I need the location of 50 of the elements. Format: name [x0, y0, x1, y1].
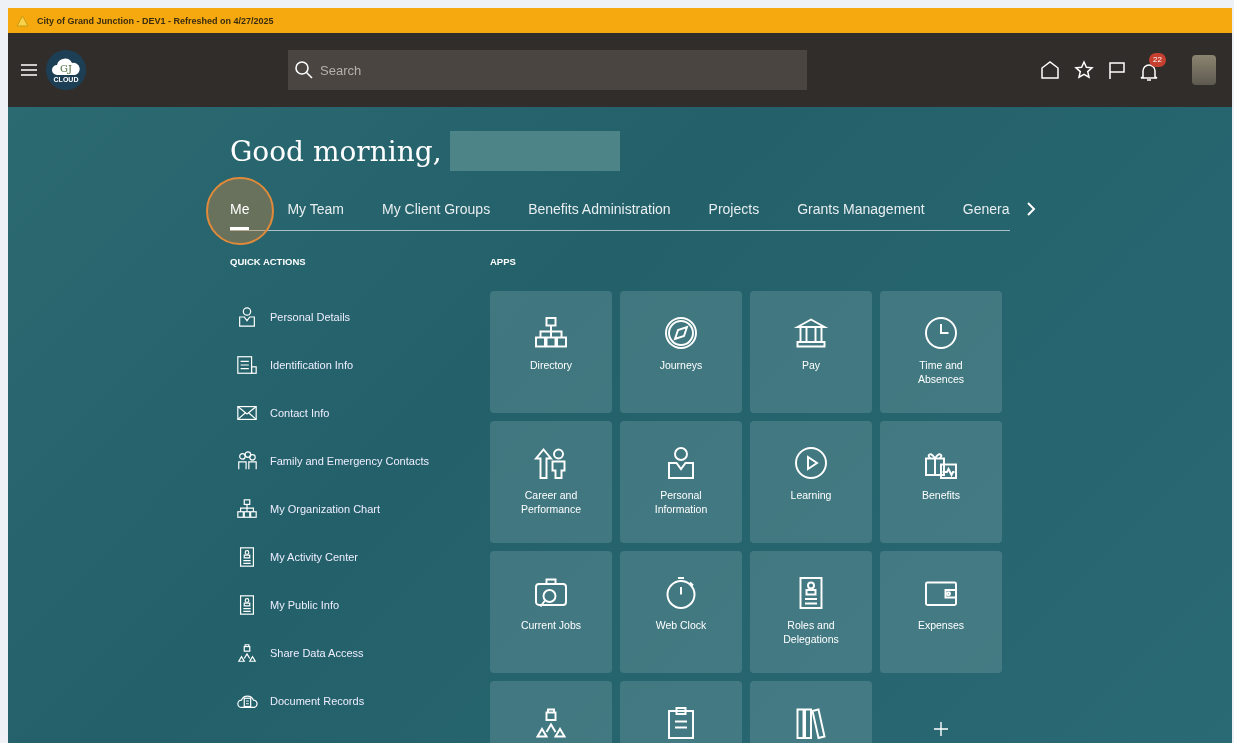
- greeting-text: Good morning,: [230, 134, 442, 168]
- home-icon[interactable]: [1040, 60, 1060, 80]
- quick-action-link[interactable]: My Activity Center: [230, 533, 490, 582]
- app-tile[interactable]: Journeys: [620, 291, 742, 414]
- app-tile[interactable]: Time and Absences: [880, 291, 1002, 414]
- app-tile[interactable]: Career and Performance: [490, 421, 612, 544]
- compass-icon: [663, 315, 699, 352]
- quick-action-link[interactable]: My Public Info: [230, 581, 490, 630]
- tab[interactable]: Me: [230, 191, 250, 230]
- quick-action-link[interactable]: My Organization Chart: [230, 485, 490, 534]
- logo-mark: GJ: [60, 62, 72, 74]
- quick-action-link[interactable]: Share Data Access: [230, 629, 490, 678]
- warning-icon: [16, 14, 29, 27]
- tab[interactable]: My Team: [287, 191, 344, 230]
- tab[interactable]: Grants Management: [797, 191, 925, 230]
- app-tile[interactable]: Current Jobs: [490, 551, 612, 674]
- search-field[interactable]: Search: [288, 50, 807, 90]
- quick-action-link[interactable]: Family and Emergency Contacts: [230, 437, 490, 486]
- quick-action-link[interactable]: Document Records: [230, 677, 490, 726]
- add-icon[interactable]: [933, 721, 949, 738]
- tab[interactable]: Benefits Administration: [528, 191, 671, 230]
- tab[interactable]: Genera: [962, 191, 1010, 230]
- chevron-right-icon[interactable]: [1026, 202, 1036, 216]
- app-tile[interactable]: Roles and Delegations: [750, 551, 872, 674]
- app-tile[interactable]: Pay: [750, 291, 872, 414]
- star-icon[interactable]: [1074, 60, 1094, 80]
- bell-icon[interactable]: [1140, 61, 1158, 82]
- tab[interactable]: Projects: [708, 191, 760, 230]
- section-heading: QUICK ACTIONS: [230, 255, 307, 269]
- flag-icon[interactable]: [1108, 60, 1126, 80]
- notification-count: 22: [1149, 53, 1166, 67]
- lock-network-icon: [236, 642, 258, 665]
- id-document-icon: [236, 354, 258, 377]
- app-tile[interactable]: Expenses: [880, 551, 1002, 674]
- app-tile[interactable]: Benefits: [880, 421, 1002, 544]
- person-card-icon: [236, 306, 258, 329]
- tab[interactable]: My Client Groups: [382, 191, 491, 230]
- app-tile[interactable]: Learning: [750, 421, 872, 544]
- menu-icon[interactable]: [20, 63, 38, 77]
- clock-icon: [923, 315, 959, 352]
- environment-banner-text: City of Grand Junction - DEV1 - Refreshed on 4/27/2025: [37, 15, 274, 26]
- quick-action-link[interactable]: Contact Info: [230, 389, 490, 438]
- section-heading: APPS: [490, 255, 517, 269]
- app-tile[interactable]: Personal Information: [620, 421, 742, 544]
- quick-action-link[interactable]: Personal Details: [230, 293, 490, 342]
- play-circle-icon: [793, 445, 829, 482]
- app-tile[interactable]: Web Clock: [620, 551, 742, 674]
- app-tile[interactable]: Directory: [490, 291, 612, 414]
- quick-action-link[interactable]: Identification Info: [230, 341, 490, 390]
- org-chart-icon: [236, 498, 258, 521]
